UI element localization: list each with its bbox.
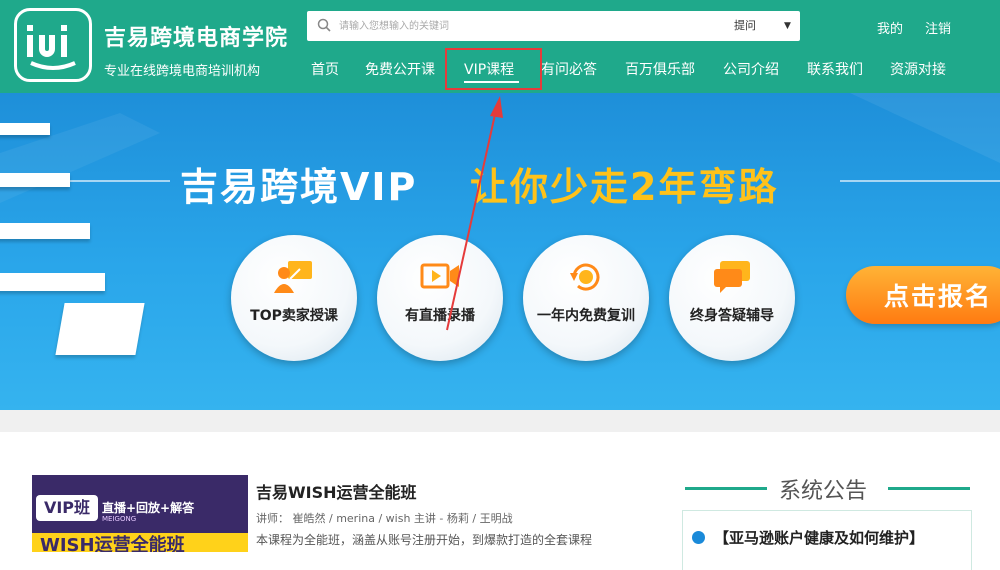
bullet-icon (692, 531, 705, 544)
thumb-tag: 直播+回放+解答 (102, 501, 195, 515)
thumb-course-name: WISH运营全能班 (32, 533, 248, 552)
notice-heading-line (685, 487, 767, 490)
course-teachers: 讲师： 崔皓然 / merina / wish 主讲 - 杨莉 / 王明战 (256, 512, 513, 525)
thumb-brand: MEIGONG (102, 515, 137, 523)
course-description: 本课程为全能班，涵盖从账号注册开始，到爆款打造的全套课程 (256, 533, 593, 547)
vip-badge: VIP班 (36, 495, 98, 521)
notice-heading: 系统公告 (779, 479, 868, 504)
section-divider (0, 410, 1000, 432)
notice-item[interactable]: 【亚马逊账户健康及如何维护】 (714, 527, 924, 548)
course-thumbnail[interactable]: VIP班 直播+回放+解答 MEIGONG WISH运营全能班 (32, 475, 248, 552)
annotation-arrow-icon (446, 96, 503, 331)
course-title[interactable]: 吉易WISH运营全能班 (256, 479, 417, 503)
notice-heading-line (888, 487, 970, 490)
